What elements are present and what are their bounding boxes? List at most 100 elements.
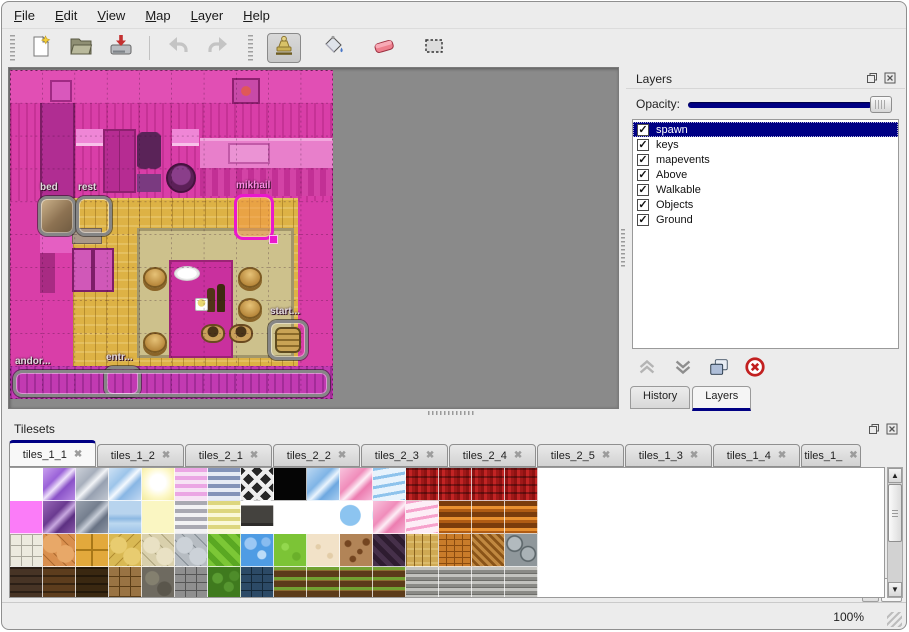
new-file-button[interactable]: [24, 33, 58, 63]
tileset-tile-stripes_brown[interactable]: [439, 501, 472, 534]
layer-visibility-checkbox[interactable]: ✓: [637, 184, 649, 196]
tileset-tile-stones_yellow[interactable]: [109, 534, 142, 567]
layer-row-Above[interactable]: ✓Above: [633, 167, 898, 182]
tileset-tile-curtain_red[interactable]: [406, 468, 439, 501]
tileset-tile-glass_darkpurple[interactable]: [43, 501, 76, 534]
tileset-tile-planks_gray[interactable]: [505, 567, 538, 598]
redo-button[interactable]: [201, 33, 235, 63]
tileset-tile-hedge[interactable]: [208, 567, 241, 598]
scroll-up-button[interactable]: ▲: [888, 468, 902, 483]
tileset-tile-water_patch[interactable]: [340, 501, 373, 534]
layer-visibility-checkbox[interactable]: ✓: [637, 169, 649, 181]
tileset-tile-glass_gray[interactable]: [76, 468, 109, 501]
tileset-tile-glow_yellow[interactable]: [142, 468, 175, 501]
layer-visibility-checkbox[interactable]: ✓: [637, 154, 649, 166]
tileset-tile-brick_brown[interactable]: [109, 567, 142, 598]
selection-handle[interactable]: [269, 235, 278, 244]
tileset-tile-glass_pink[interactable]: [340, 468, 373, 501]
menu-map[interactable]: Map: [145, 8, 170, 23]
opacity-slider-track[interactable]: [688, 102, 872, 108]
menu-edit[interactable]: Edit: [55, 8, 77, 23]
tileset-tab-tiles_2_5[interactable]: tiles_2_5✖: [537, 444, 624, 467]
tileset-tile-wall_brown[interactable]: [43, 567, 76, 598]
tileset-tile-planks_gray[interactable]: [439, 567, 472, 598]
close-panel-button[interactable]: [885, 422, 899, 436]
tab-close-icon[interactable]: ✖: [514, 450, 522, 461]
tileset-tile-pebbles_gray[interactable]: [505, 534, 538, 567]
map-object-bed[interactable]: [38, 196, 76, 236]
tileset-tile-glass_blue2[interactable]: [307, 468, 340, 501]
tileset-tab-tiles_2_3[interactable]: tiles_2_3✖: [361, 444, 448, 467]
tileset-tile-brick_orange[interactable]: [439, 534, 472, 567]
layer-visibility-checkbox[interactable]: ✓: [637, 214, 649, 226]
tileset-tab-tiles_2_4[interactable]: tiles_2_4✖: [449, 444, 536, 467]
tileset-tile-planks_gray[interactable]: [472, 567, 505, 598]
tileset-view[interactable]: [9, 467, 885, 598]
tileset-scrollbar[interactable]: ▲ ▼: [887, 467, 903, 598]
tileset-tile-grass_striped[interactable]: [208, 534, 241, 567]
opacity-slider-handle[interactable]: [870, 96, 892, 113]
tab-close-icon[interactable]: ✖: [162, 450, 170, 461]
tileset-tile-wall_dark[interactable]: [10, 567, 43, 598]
tab-close-icon[interactable]: ✖: [602, 450, 610, 461]
tileset-tile-crops[interactable]: [340, 567, 373, 598]
dock-tab-layers[interactable]: Layers: [692, 386, 751, 411]
tileset-tile-herringbone[interactable]: [472, 534, 505, 567]
tileset-tile-glass_pink[interactable]: [373, 501, 406, 534]
toolbar-grip[interactable]: [248, 35, 253, 61]
raise-layer-button[interactable]: [634, 356, 660, 382]
tileset-tile-path_stone[interactable]: [10, 534, 43, 567]
tileset-tile-stripes_gray[interactable]: [175, 501, 208, 534]
open-file-button[interactable]: [64, 33, 98, 63]
layer-row-keys[interactable]: ✓keys: [633, 137, 898, 152]
map-object-start[interactable]: [268, 320, 308, 360]
undo-button[interactable]: [161, 33, 195, 63]
tileset-tab-tiles_1_2[interactable]: tiles_1_2✖: [97, 444, 184, 467]
tileset-tile-glass_blue[interactable]: [109, 468, 142, 501]
tileset-tile-stones_orange[interactable]: [43, 534, 76, 567]
lower-layer-button[interactable]: [670, 356, 696, 382]
tileset-tile-tiles_gold[interactable]: [76, 534, 109, 567]
save-file-button[interactable]: [104, 33, 138, 63]
eraser-tool-button[interactable]: [367, 33, 401, 63]
tileset-tab-tiles_1_4[interactable]: tiles_1_4✖: [713, 444, 800, 467]
map-object-mikhail[interactable]: [234, 194, 274, 240]
layer-row-Walkable[interactable]: ✓Walkable: [633, 182, 898, 197]
tileset-tab-tiles_1_[interactable]: tiles_1_✖: [801, 444, 861, 467]
tileset-tile-stripes_bluegray[interactable]: [208, 468, 241, 501]
stamp-tool-button[interactable]: [267, 33, 301, 63]
float-panel-button[interactable]: [865, 71, 879, 85]
tileset-tile-curtain_red[interactable]: [505, 468, 538, 501]
layer-row-Objects[interactable]: ✓Objects: [633, 197, 898, 212]
tab-close-icon[interactable]: ✖: [250, 450, 258, 461]
tileset-tile-glass_purple[interactable]: [43, 468, 76, 501]
tileset-tile-curtain_red[interactable]: [439, 468, 472, 501]
tileset-tile-crops[interactable]: [373, 567, 406, 598]
tileset-tile-roof_dark[interactable]: [373, 534, 406, 567]
tileset-tab-tiles_1_3[interactable]: tiles_1_3✖: [625, 444, 712, 467]
tileset-tile-brick_blue[interactable]: [241, 567, 274, 598]
tileset-tile-water_blue[interactable]: [241, 534, 274, 567]
menu-layer[interactable]: Layer: [191, 8, 224, 23]
tab-close-icon[interactable]: ✖: [426, 450, 434, 461]
tileset-tile-white[interactable]: [274, 501, 307, 534]
tileset-tile-crops[interactable]: [307, 567, 340, 598]
tileset-tab-tiles_2_1[interactable]: tiles_2_1✖: [185, 444, 272, 467]
tileset-tile-brick_gray[interactable]: [175, 567, 208, 598]
fill-tool-button[interactable]: [317, 33, 351, 63]
tileset-tile-waves_pink[interactable]: [406, 501, 439, 534]
layer-row-Ground[interactable]: ✓Ground: [633, 212, 898, 227]
rect-select-tool-button[interactable]: [417, 33, 451, 63]
layer-visibility-checkbox[interactable]: ✓: [637, 124, 649, 136]
delete-layer-button[interactable]: [742, 356, 768, 382]
tileset-tile-black[interactable]: [274, 468, 307, 501]
float-panel-button[interactable]: [867, 422, 881, 436]
tileset-tile-stone_dark[interactable]: [142, 567, 175, 598]
tileset-tile-stripes_brown[interactable]: [505, 501, 538, 534]
map-object-andor[interactable]: [13, 370, 330, 397]
tileset-tile-planks_vert[interactable]: [406, 534, 439, 567]
menu-file[interactable]: File: [14, 8, 35, 23]
tab-close-icon[interactable]: ✖: [74, 449, 82, 460]
duplicate-layer-button[interactable]: [706, 356, 732, 382]
tileset-tile-magenta[interactable]: [10, 501, 43, 534]
